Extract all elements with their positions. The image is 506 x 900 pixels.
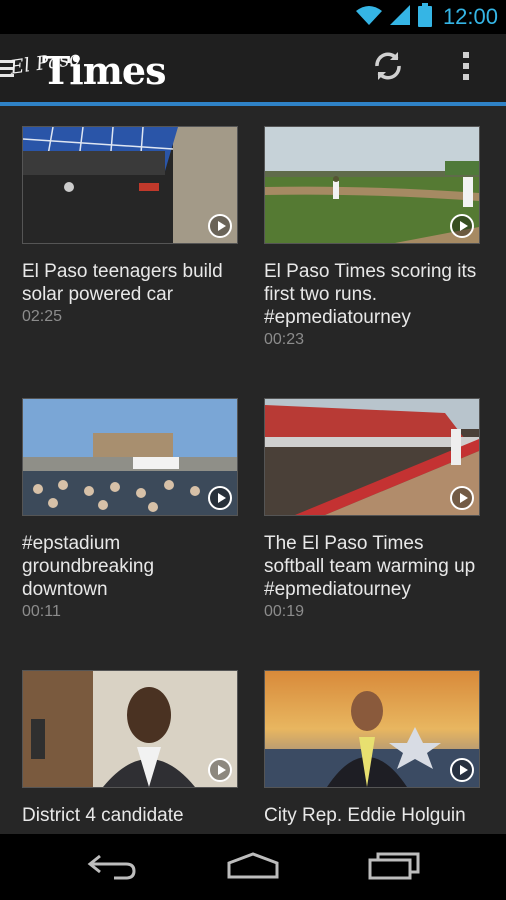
video-thumbnail[interactable] xyxy=(22,398,238,516)
play-icon xyxy=(208,758,232,782)
status-icons: 12:00 xyxy=(355,2,498,32)
back-icon xyxy=(86,850,138,885)
app-logo-home-button[interactable]: El Paso Times xyxy=(0,46,166,93)
video-title: District 4 candidate xyxy=(22,805,184,826)
action-bar: El Paso Times xyxy=(0,34,506,106)
video-title: The El Paso Times softball team warming … xyxy=(264,533,476,600)
video-title: #epstadium groundbreaking downtown xyxy=(22,533,155,600)
video-card[interactable]: El Paso teenagers build solar powered ca… xyxy=(22,126,238,326)
video-title: City Rep. Eddie Holguin xyxy=(264,805,466,826)
video-card[interactable]: City Rep. Eddie Holguin xyxy=(264,670,480,829)
logo-times: Times xyxy=(42,48,166,93)
video-thumbnail[interactable] xyxy=(264,398,480,516)
play-icon xyxy=(450,214,474,238)
video-card[interactable]: The El Paso Times softball team warming … xyxy=(264,398,480,621)
video-card[interactable]: #epstadium groundbreaking downtown 00:11 xyxy=(22,398,238,621)
navigation-bar xyxy=(0,834,506,900)
video-thumbnail[interactable] xyxy=(264,126,480,244)
play-icon xyxy=(450,758,474,782)
battery-icon xyxy=(417,2,433,32)
video-duration: 00:23 xyxy=(264,331,305,348)
clock: 12:00 xyxy=(442,4,498,29)
video-grid: El Paso teenagers build solar powered ca… xyxy=(0,106,506,834)
wifi-icon xyxy=(355,4,383,31)
video-thumbnail[interactable] xyxy=(22,126,238,244)
signal-icon xyxy=(389,4,411,31)
refresh-button[interactable] xyxy=(368,48,408,88)
overflow-menu-icon xyxy=(462,51,470,86)
play-icon xyxy=(208,214,232,238)
video-title: El Paso teenagers build solar powered ca… xyxy=(22,261,223,305)
recent-apps-icon xyxy=(368,850,420,885)
play-icon xyxy=(208,486,232,510)
back-button[interactable] xyxy=(72,846,152,888)
overflow-menu-button[interactable] xyxy=(446,48,486,88)
video-thumbnail[interactable] xyxy=(264,670,480,788)
video-duration: 02:25 xyxy=(22,308,63,325)
home-icon xyxy=(226,851,280,884)
refresh-icon xyxy=(371,49,405,88)
home-button[interactable] xyxy=(213,846,293,888)
status-bar: 12:00 xyxy=(0,0,506,34)
video-thumbnail[interactable] xyxy=(22,670,238,788)
video-card[interactable]: El Paso Times scoring its first two runs… xyxy=(264,126,480,349)
play-icon xyxy=(450,486,474,510)
video-duration: 00:11 xyxy=(22,603,61,620)
video-duration: 00:19 xyxy=(264,603,305,620)
video-card[interactable]: District 4 candidate xyxy=(22,670,238,829)
video-title: El Paso Times scoring its first two runs… xyxy=(264,261,477,328)
recent-apps-button[interactable] xyxy=(354,846,434,888)
